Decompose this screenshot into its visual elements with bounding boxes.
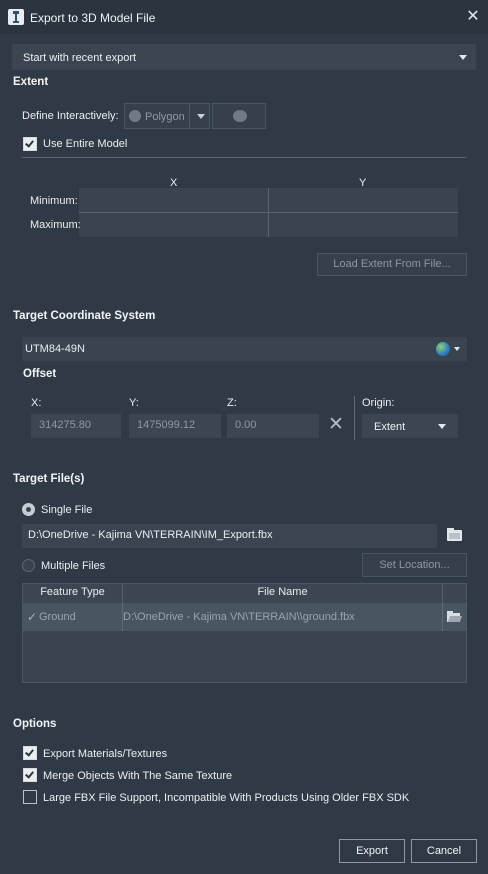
use-entire-model-checkbox[interactable] <box>23 137 37 151</box>
globe-icon <box>436 342 450 356</box>
maximum-label: Maximum: <box>30 219 81 231</box>
open-folder-icon[interactable] <box>447 611 463 623</box>
export-button[interactable]: Export <box>339 839 405 863</box>
pick-icon <box>233 110 247 122</box>
merge-objects-label: Merge Objects With The Same Texture <box>43 770 233 782</box>
target-files-section-title: Target File(s) <box>13 473 85 485</box>
polygon-split-button[interactable]: Polygon <box>124 103 210 129</box>
origin-dropdown[interactable]: Extent <box>362 414 458 438</box>
export-materials-checkbox[interactable] <box>23 746 37 760</box>
table-row[interactable]: ✓ Ground D:\OneDrive - Kajima VN\TERRAIN… <box>23 603 466 631</box>
check-icon <box>25 769 34 779</box>
large-fbx-checkbox[interactable] <box>23 790 37 804</box>
polygon-icon <box>129 110 141 122</box>
recent-export-dropdown[interactable]: Start with recent export <box>12 44 476 70</box>
single-file-path-input[interactable]: D:\OneDrive - Kajima VN\TERRAIN\IM_Expor… <box>22 524 437 548</box>
offset-y-label: Y: <box>129 397 139 409</box>
browse-folder-icon[interactable] <box>447 528 463 542</box>
max-y-field[interactable] <box>269 213 458 237</box>
row-feature-type: Ground <box>39 611 76 623</box>
recent-export-value: Start with recent export <box>23 52 137 64</box>
offset-z-input[interactable]: 0.00 <box>227 414 319 438</box>
single-file-label: Single File <box>41 504 93 516</box>
radio-dot <box>26 507 31 512</box>
polygon-label: Polygon <box>145 111 185 123</box>
load-extent-button[interactable]: Load Extent From File... <box>317 253 467 276</box>
max-x-field[interactable] <box>79 213 268 237</box>
origin-value: Extent <box>374 421 406 433</box>
table-header-action <box>443 584 466 603</box>
table-header-file-name: File Name <box>123 584 443 603</box>
set-location-button[interactable]: Set Location... <box>362 553 467 577</box>
offset-x-label: X: <box>31 397 42 409</box>
chevron-down-icon <box>197 114 205 119</box>
export-materials-label: Export Materials/Textures <box>43 748 168 760</box>
check-icon <box>25 747 34 757</box>
pick-tool-button[interactable] <box>212 103 266 129</box>
app-icon <box>8 9 24 25</box>
single-file-radio[interactable] <box>22 503 35 516</box>
divider <box>22 157 466 158</box>
multiple-files-label: Multiple Files <box>41 560 106 572</box>
define-interactively-label: Define Interactively: <box>22 110 119 122</box>
chevron-down-icon <box>459 55 467 60</box>
coord-system-dropdown[interactable]: UTM84-49N <box>22 337 467 361</box>
offset-y-input[interactable]: 1475099.12 <box>129 414 221 438</box>
coord-system-value: UTM84-49N <box>25 343 85 355</box>
window-title: Export to 3D Model File <box>30 11 156 25</box>
cell-divider <box>442 603 443 631</box>
row-file-name: D:\OneDrive - Kajima VN\TERRAIN\\ground.… <box>123 611 355 623</box>
chevron-down-icon <box>438 424 446 429</box>
large-fbx-label: Large FBX File Support, Incompatible Wit… <box>43 792 410 804</box>
use-entire-model-label: Use Entire Model <box>43 138 128 150</box>
cancel-button[interactable]: Cancel <box>411 839 477 863</box>
extent-section-title: Extent <box>13 76 49 88</box>
clear-icon[interactable]: ✕ <box>326 414 346 438</box>
offset-z-label: Z: <box>227 397 237 409</box>
extent-grid <box>79 188 458 237</box>
title-bar: Export to 3D Model File ✕ <box>0 0 488 34</box>
multiple-files-radio[interactable] <box>22 559 35 572</box>
table-header-feature-type: Feature Type <box>23 584 123 603</box>
merge-objects-checkbox[interactable] <box>23 768 37 782</box>
split-divider <box>189 104 190 128</box>
min-x-field[interactable] <box>79 188 268 212</box>
minimum-label: Minimum: <box>30 195 78 207</box>
offset-title: Offset <box>23 368 57 380</box>
origin-label: Origin: <box>362 397 395 409</box>
row-check-icon[interactable]: ✓ <box>27 603 37 631</box>
chevron-down-icon <box>454 347 460 351</box>
target-coord-section-title: Target Coordinate System <box>13 310 156 322</box>
options-section-title: Options <box>13 718 57 730</box>
check-icon <box>25 138 34 148</box>
close-icon[interactable]: ✕ <box>464 8 482 26</box>
offset-x-input[interactable]: 314275.80 <box>31 414 121 438</box>
min-y-field[interactable] <box>269 188 458 212</box>
origin-divider <box>354 396 355 440</box>
feature-table: Feature Type File Name ✓ Ground D:\OneDr… <box>22 583 467 683</box>
